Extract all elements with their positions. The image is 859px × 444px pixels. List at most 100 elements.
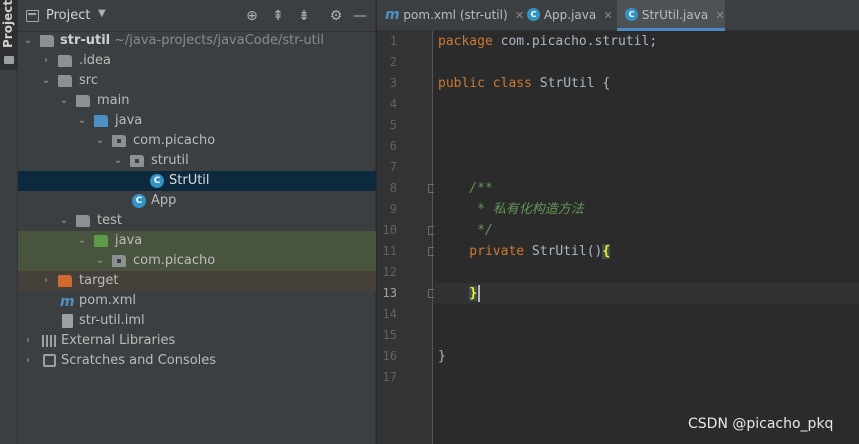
- tab-pom-xml[interactable]: m pom.xml (str-util) ✕: [377, 0, 524, 31]
- code-line-9: * 私有化构造方法: [438, 202, 584, 217]
- line-number: 3: [389, 76, 397, 90]
- tree-item-class-app[interactable]: C App: [18, 191, 376, 211]
- chevron-down-icon[interactable]: ⌄: [40, 71, 52, 91]
- code-line-10: */: [438, 223, 493, 238]
- current-line-highlight: [434, 283, 859, 304]
- class-icon: C: [625, 8, 638, 21]
- close-icon[interactable]: ✕: [600, 9, 613, 22]
- tab-app-java[interactable]: C App.java ✕: [519, 0, 617, 31]
- editor-gutter[interactable]: 1 2 3 4 5 6 7 8 9 10 11 12 13 14 15 16 1…: [377, 31, 437, 444]
- class-icon: C: [132, 194, 146, 208]
- line-number: 8: [389, 181, 397, 195]
- tree-item-class-strutil[interactable]: C StrUtil: [18, 171, 376, 191]
- maven-icon: m: [60, 294, 75, 310]
- tree-item-target[interactable]: › target: [18, 271, 376, 291]
- chevron-down-icon[interactable]: ⌄: [76, 231, 88, 251]
- tab-strutil-java[interactable]: C StrUtil.java ✕: [617, 0, 725, 31]
- chevron-right-icon[interactable]: ›: [40, 51, 52, 71]
- scratches-icon: [43, 354, 56, 367]
- tree-item-iml[interactable]: str-util.iml: [18, 311, 376, 331]
- gear-icon[interactable]: ⚙: [326, 6, 346, 26]
- chevron-down-icon[interactable]: ⌄: [94, 251, 106, 271]
- chevron-right-icon[interactable]: ›: [22, 331, 34, 351]
- maven-icon: m: [385, 7, 400, 23]
- tree-item-label: main: [97, 93, 130, 108]
- chevron-down-icon[interactable]: ⌄: [58, 91, 70, 111]
- tree-item-test[interactable]: ⌄ test: [18, 211, 376, 231]
- line-number-current: 13: [382, 286, 397, 300]
- tree-item-scratches[interactable]: › Scratches and Consoles: [18, 351, 376, 371]
- folder-icon: [58, 55, 72, 67]
- tree-item-label: External Libraries: [61, 333, 176, 348]
- folder-icon: [76, 215, 90, 227]
- matched-brace: }: [469, 286, 478, 301]
- tree-item-idea[interactable]: › .idea: [18, 51, 376, 71]
- watermark: CSDN @picacho_pkq: [688, 416, 834, 432]
- code-text: StrUtil {: [531, 76, 611, 91]
- locate-icon[interactable]: ⊕: [242, 6, 262, 26]
- tree-item-package-strutil[interactable]: ⌄ strutil: [18, 151, 376, 171]
- project-panel: Project ▼ ⊕ ⇞ ⇟ ⚙ — ⌄ str-util ~/java-pr…: [18, 0, 376, 444]
- package-icon: [112, 255, 126, 267]
- tree-item-label: Scratches and Consoles: [61, 353, 217, 368]
- close-icon[interactable]: ✕: [712, 9, 725, 22]
- class-icon: C: [527, 8, 540, 21]
- source-folder-icon: [94, 115, 108, 127]
- tree-item-label: pom.xml: [79, 293, 136, 308]
- collapse-all-icon[interactable]: ⇟: [294, 6, 314, 26]
- project-panel-header: Project ▼ ⊕ ⇞ ⇟ ⚙ —: [18, 0, 376, 32]
- line-number: 16: [382, 349, 397, 363]
- hide-icon[interactable]: —: [350, 6, 370, 26]
- line-number: 1: [389, 34, 397, 48]
- tree-item-java-main[interactable]: ⌄ java: [18, 111, 376, 131]
- tree-item-external-libraries[interactable]: › External Libraries: [18, 331, 376, 351]
- chevron-down-icon[interactable]: ▼: [98, 8, 106, 19]
- line-number: 14: [382, 307, 397, 321]
- line-number: 12: [382, 265, 397, 279]
- code-editor[interactable]: package com.picacho.strutil; public clas…: [434, 31, 859, 444]
- tree-item-package-com-picacho[interactable]: ⌄ com.picacho: [18, 131, 376, 151]
- folder-icon: [4, 56, 14, 64]
- tree-item-src[interactable]: ⌄ src: [18, 71, 376, 91]
- code-text: com.picacho.strutil;: [492, 34, 658, 49]
- module-file-icon: [62, 314, 73, 328]
- tree-item-test-package-com-picacho[interactable]: ⌄ com.picacho: [18, 251, 376, 271]
- chevron-down-icon[interactable]: ⌄: [112, 151, 124, 171]
- package-icon: [130, 155, 144, 167]
- chevron-down-icon[interactable]: ⌄: [58, 211, 70, 231]
- code-line-16: }: [438, 349, 446, 364]
- tree-item-label: java: [115, 113, 143, 128]
- line-number: 5: [389, 118, 397, 132]
- folder-icon: [40, 35, 54, 47]
- code-line-13: }: [438, 283, 478, 304]
- chevron-right-icon[interactable]: ›: [22, 351, 34, 371]
- project-view-selector[interactable]: Project: [46, 8, 90, 23]
- chevron-down-icon[interactable]: ⌄: [94, 131, 106, 151]
- line-number: 9: [389, 202, 397, 216]
- tree-item-main[interactable]: ⌄ main: [18, 91, 376, 111]
- tree-item-label: strutil: [151, 153, 189, 168]
- keyword: public class: [438, 76, 532, 91]
- chevron-down-icon[interactable]: ⌄: [76, 111, 88, 131]
- tree-item-label: App: [151, 193, 177, 208]
- chevron-down-icon[interactable]: ⌄: [22, 31, 34, 51]
- tool-window-stripe: Project: [0, 0, 18, 444]
- tree-item-pom-xml[interactable]: m pom.xml: [18, 291, 376, 311]
- class-icon: C: [150, 174, 164, 188]
- expand-all-icon[interactable]: ⇞: [268, 6, 288, 26]
- editor-tabs: m pom.xml (str-util) ✕ C App.java ✕ C St…: [377, 0, 859, 31]
- line-number: 11: [382, 244, 397, 258]
- code-line-3: public class StrUtil {: [438, 73, 610, 94]
- tree-item-str-util[interactable]: ⌄ str-util ~/java-projects/javaCode/str-…: [18, 31, 376, 51]
- line-number: 2: [389, 55, 397, 69]
- library-icon: [42, 335, 56, 347]
- line-number: 10: [382, 223, 397, 237]
- tree-item-label: src: [79, 73, 98, 88]
- matched-brace: {: [602, 244, 611, 259]
- tree-item-label: com.picacho: [133, 253, 216, 268]
- test-folder-icon: [94, 235, 108, 247]
- project-tool-tab[interactable]: Project: [0, 0, 18, 70]
- tree-item-java-test[interactable]: ⌄ java: [18, 231, 376, 251]
- chevron-right-icon[interactable]: ›: [40, 271, 52, 291]
- code-line-11: private StrUtil(){: [438, 241, 611, 262]
